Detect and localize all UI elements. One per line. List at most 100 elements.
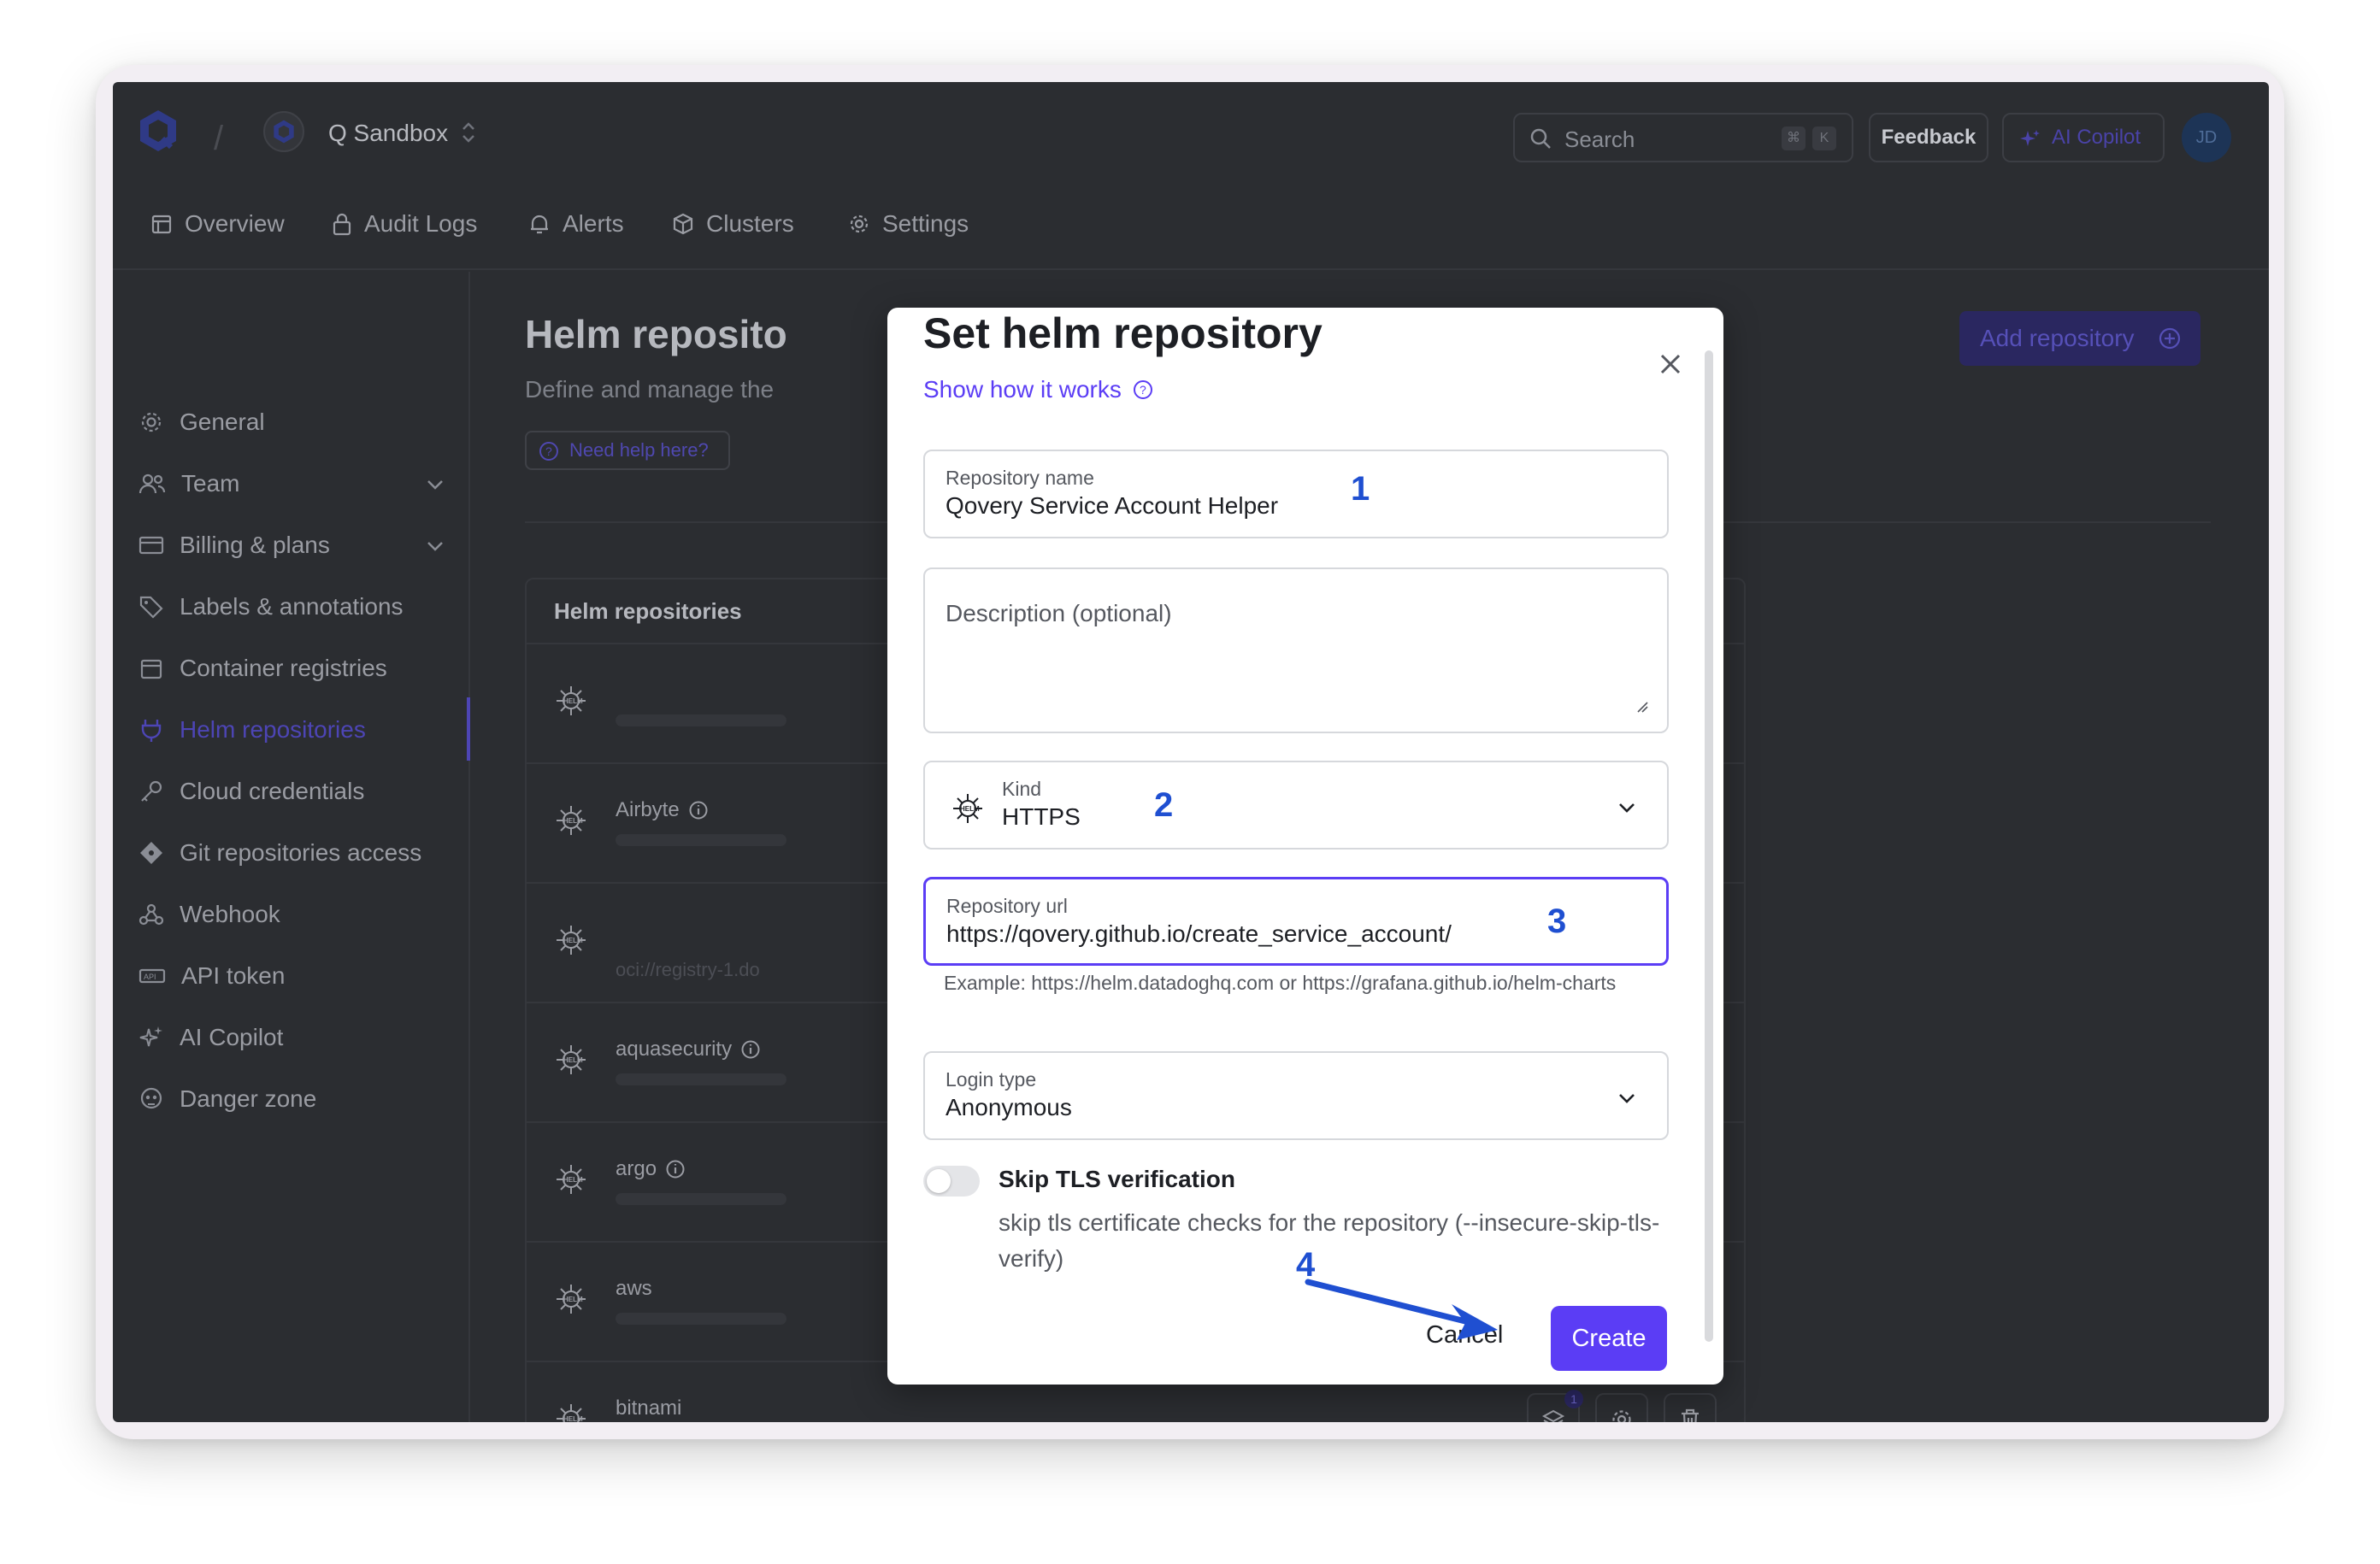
repository-url-label: Repository url xyxy=(946,895,1068,917)
info-icon[interactable] xyxy=(740,1039,761,1060)
sidebar-item-helm-repositories[interactable]: Helm repositories xyxy=(138,711,446,749)
key-icon xyxy=(141,780,162,802)
edit-settings-button[interactable] xyxy=(1595,1393,1648,1422)
skip-tls-toggle[interactable] xyxy=(923,1166,980,1197)
git-icon xyxy=(140,842,162,864)
bell-icon xyxy=(531,215,548,234)
helm-icon: HELM xyxy=(557,806,586,835)
ai-copilot-label: AI Copilot xyxy=(2052,126,2141,149)
chevron-down-icon[interactable] xyxy=(424,535,446,557)
svg-text:HELM: HELM xyxy=(960,805,980,813)
sidebar-item-labels[interactable]: Labels & annotations xyxy=(138,588,446,626)
svg-text:HELM: HELM xyxy=(563,1296,583,1303)
shortcut-key-k: K xyxy=(1812,126,1836,150)
ai-copilot-button[interactable]: AI Copilot xyxy=(2002,113,2165,162)
svg-text:HELM: HELM xyxy=(563,937,583,944)
breadcrumb-separator: / xyxy=(214,120,224,157)
info-icon[interactable] xyxy=(688,800,709,820)
chevron-down-icon[interactable] xyxy=(424,473,446,496)
app-window: / Q Sandbox Search ⌘ K Feedback AI Copil… xyxy=(113,82,2269,1422)
repository-name: Airbyte xyxy=(616,798,709,822)
cube-icon xyxy=(673,213,693,235)
repository-name-label: Repository name xyxy=(946,467,1094,489)
sidebar-item-container-registries[interactable]: Container registries xyxy=(138,650,446,687)
create-button[interactable]: Create xyxy=(1551,1306,1667,1371)
sidebar-item-git-access[interactable]: Git repositories access xyxy=(138,834,446,872)
api-icon: API xyxy=(138,968,166,984)
repository-name: aws xyxy=(616,1277,652,1300)
trash-icon xyxy=(1682,1408,1699,1422)
repository-name-field[interactable]: Repository name Qovery Service Account H… xyxy=(923,450,1669,538)
dialog-title: Set helm repository xyxy=(923,309,1323,357)
show-how-it-works-link[interactable]: Show how it works ? xyxy=(923,376,1154,403)
delete-button[interactable] xyxy=(1664,1393,1717,1422)
org-avatar[interactable] xyxy=(263,111,304,152)
resize-handle-icon[interactable] xyxy=(1636,701,1648,713)
close-button[interactable] xyxy=(1653,347,1688,381)
shortcut-key-cmd: ⌘ xyxy=(1782,126,1806,150)
repository-name: aquasecurity xyxy=(616,1038,761,1061)
login-type-value: Anonymous xyxy=(946,1094,1072,1120)
gear-icon xyxy=(850,215,869,233)
versions-button[interactable]: 1 xyxy=(1527,1390,1583,1422)
svg-text:HELM: HELM xyxy=(563,1415,583,1422)
info-icon[interactable] xyxy=(665,1159,686,1179)
tab-alerts[interactable]: Alerts xyxy=(528,210,624,238)
skip-tls-title: Skip TLS verification xyxy=(999,1166,1235,1192)
count-badge: 1 xyxy=(1564,1390,1583,1408)
org-name[interactable]: Q Sandbox xyxy=(328,120,448,147)
repository-name-value[interactable]: Qovery Service Account Helper xyxy=(946,492,1278,520)
sidebar-item-general[interactable]: General xyxy=(138,403,446,441)
tab-clusters[interactable]: Clusters xyxy=(672,210,794,238)
description-input[interactable] xyxy=(946,600,1647,720)
layers-icon xyxy=(1541,1409,1565,1422)
search-box[interactable]: Search ⌘ K xyxy=(1513,113,1853,162)
feedback-button[interactable]: Feedback xyxy=(1869,113,1988,162)
blurred-text xyxy=(616,1193,786,1205)
sidebar-item-api-token[interactable]: API API token xyxy=(138,957,446,995)
blurred-text xyxy=(616,834,786,846)
svg-text:HELM: HELM xyxy=(563,817,583,825)
sidebar-item-billing[interactable]: Billing & plans xyxy=(138,526,446,564)
repository-url-value[interactable]: https://qovery.github.io/create_service_… xyxy=(946,920,1452,948)
sidebar-item-team[interactable]: Team xyxy=(138,465,446,503)
lock-icon xyxy=(333,213,351,236)
tag-icon xyxy=(139,596,163,619)
kind-select[interactable]: HELM Kind HTTPS xyxy=(923,761,1669,850)
sidebar-item-danger-zone[interactable]: Danger zone xyxy=(138,1080,446,1118)
svg-text:?: ? xyxy=(545,444,552,458)
page-title: Helm reposito xyxy=(525,312,787,356)
tab-overview[interactable]: Overview xyxy=(150,210,285,238)
user-avatar[interactable]: JD xyxy=(2182,113,2231,162)
helm-icon: HELM xyxy=(557,1404,586,1422)
svg-text:HELM: HELM xyxy=(563,1176,583,1184)
dialog-scrollbar[interactable] xyxy=(1705,350,1713,1342)
blurred-text xyxy=(616,714,786,726)
svg-text:API: API xyxy=(144,973,156,981)
description-field[interactable] xyxy=(923,567,1669,733)
tab-audit-logs[interactable]: Audit Logs xyxy=(332,210,477,238)
tab-settings[interactable]: Settings xyxy=(848,210,969,238)
gear-icon xyxy=(1612,1410,1631,1422)
search-icon xyxy=(1530,128,1551,149)
add-repository-button[interactable]: Add repository xyxy=(1959,311,2200,366)
kind-label: Kind xyxy=(1002,778,1042,800)
search-placeholder: Search xyxy=(1564,126,1635,152)
repository-name: bitnami xyxy=(616,1396,682,1420)
need-help-button[interactable]: ? Need help here? xyxy=(525,431,730,470)
chevron-updown-icon[interactable] xyxy=(460,120,477,145)
helm-icon: HELM xyxy=(557,1045,586,1074)
sidebar-item-webhook[interactable]: Webhook xyxy=(138,896,446,933)
webhook-icon xyxy=(138,903,164,926)
helm-icon: HELM xyxy=(557,1165,586,1194)
skip-tls-description: skip tls certificate checks for the repo… xyxy=(999,1209,1660,1272)
login-type-select[interactable]: Login type Anonymous xyxy=(923,1051,1669,1140)
svg-text:?: ? xyxy=(1140,383,1146,397)
sidebar-item-cloud-credentials[interactable]: Cloud credentials xyxy=(138,773,446,810)
skull-icon xyxy=(140,1087,162,1109)
plus-circle-icon xyxy=(2159,327,2181,350)
sidebar-item-ai-copilot[interactable]: AI Copilot xyxy=(138,1019,446,1056)
qovery-logo-icon[interactable] xyxy=(137,108,180,154)
page-subtitle: Define and manage the xyxy=(525,376,775,403)
helm-icon: HELM xyxy=(557,1285,586,1314)
